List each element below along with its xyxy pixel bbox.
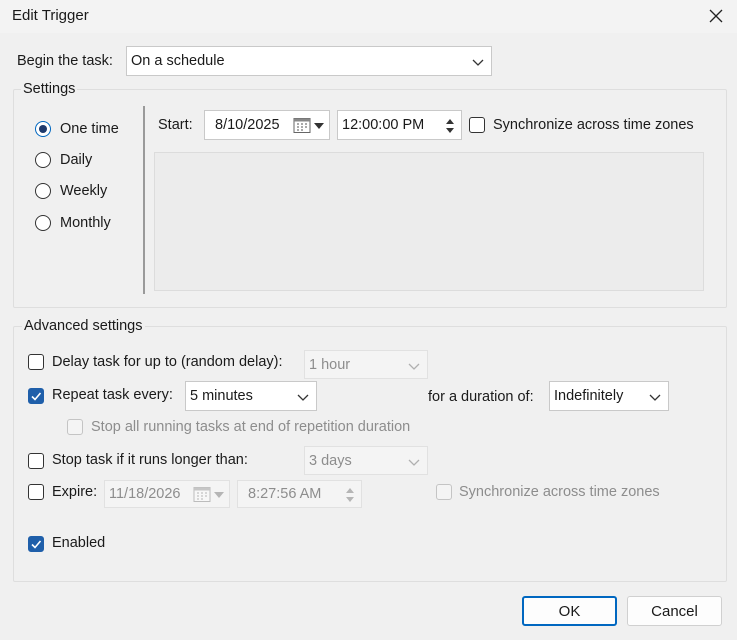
chevron-down-icon xyxy=(408,363,420,370)
duration-label: for a duration of: xyxy=(428,389,534,405)
checkmark-icon xyxy=(31,392,42,401)
chevron-down-icon xyxy=(472,59,484,66)
close-icon xyxy=(709,9,723,23)
settings-legend: Settings xyxy=(21,81,78,97)
stop-longer-checkbox[interactable] xyxy=(28,453,44,469)
start-date-value: 8/10/2025 xyxy=(215,117,280,133)
chevron-down-icon xyxy=(649,394,661,401)
expire-date-picker[interactable]: 11/18/2026 xyxy=(104,480,230,508)
stop-longer-label[interactable]: Stop task if it runs longer than: xyxy=(52,452,248,468)
expire-label[interactable]: Expire: xyxy=(52,484,97,500)
ok-button[interactable]: OK xyxy=(522,596,617,626)
advanced-settings-legend: Advanced settings xyxy=(22,318,145,334)
repeat-interval-value: 5 minutes xyxy=(190,388,253,404)
radio-one-time-label[interactable]: One time xyxy=(60,121,119,137)
stop-running-checkbox[interactable] xyxy=(67,419,83,435)
radio-weekly-label[interactable]: Weekly xyxy=(60,183,107,199)
enabled-checkbox[interactable] xyxy=(28,536,44,552)
start-time-spinner[interactable]: 12:00:00 PM xyxy=(337,110,462,140)
duration-select[interactable]: Indefinitely xyxy=(549,381,669,411)
sync-timezones-checkbox[interactable] xyxy=(469,117,485,133)
radio-weekly[interactable] xyxy=(35,183,51,199)
dropdown-arrow-icon[interactable] xyxy=(213,491,225,499)
spinner-icon[interactable] xyxy=(344,485,356,505)
expire-date-value: 11/18/2026 xyxy=(109,486,181,502)
radio-monthly[interactable] xyxy=(35,215,51,231)
start-date-picker[interactable]: 8/10/2025 xyxy=(204,110,330,140)
calendar-icon[interactable] xyxy=(193,486,211,503)
dropdown-arrow-icon[interactable] xyxy=(313,122,325,130)
expire-checkbox[interactable] xyxy=(28,484,44,500)
spinner-icon[interactable] xyxy=(444,116,456,136)
cancel-button[interactable]: Cancel xyxy=(627,596,722,626)
radio-daily[interactable] xyxy=(35,152,51,168)
title-bar xyxy=(0,0,737,33)
chevron-down-icon xyxy=(297,394,309,401)
begin-task-value: On a schedule xyxy=(131,53,225,69)
calendar-icon[interactable] xyxy=(293,117,311,134)
expire-sync-label[interactable]: Synchronize across time zones xyxy=(459,484,660,500)
checkmark-icon xyxy=(31,540,42,549)
enabled-label[interactable]: Enabled xyxy=(52,535,105,551)
delay-value: 1 hour xyxy=(309,356,351,373)
chevron-down-icon xyxy=(408,459,420,466)
window-title: Edit Trigger xyxy=(12,7,89,24)
delay-checkbox[interactable] xyxy=(28,354,44,370)
schedule-detail-panel xyxy=(154,152,704,291)
duration-value: Indefinitely xyxy=(554,388,624,404)
repeat-checkbox[interactable] xyxy=(28,388,44,404)
expire-time-spinner[interactable]: 8:27:56 AM xyxy=(237,480,362,508)
sync-timezones-label[interactable]: Synchronize across time zones xyxy=(493,117,694,133)
start-time-value: 12:00:00 PM xyxy=(342,117,425,133)
expire-sync-checkbox[interactable] xyxy=(436,484,452,500)
repeat-label[interactable]: Repeat task every: xyxy=(52,387,173,403)
radio-daily-label[interactable]: Daily xyxy=(60,152,92,168)
radio-monthly-label[interactable]: Monthly xyxy=(60,215,111,231)
repeat-interval-select[interactable]: 5 minutes xyxy=(185,381,317,411)
expire-time-value: 8:27:56 AM xyxy=(248,486,322,502)
stop-running-label[interactable]: Stop all running tasks at end of repetit… xyxy=(91,419,410,435)
stop-longer-value: 3 days xyxy=(309,452,352,469)
stop-longer-select[interactable]: 3 days xyxy=(304,446,428,475)
close-button[interactable] xyxy=(702,4,730,28)
begin-task-select[interactable]: On a schedule xyxy=(126,46,492,76)
begin-task-label: Begin the task: xyxy=(17,53,113,69)
start-label: Start: xyxy=(158,117,193,133)
delay-label[interactable]: Delay task for up to (random delay): xyxy=(52,354,283,370)
settings-divider xyxy=(143,106,145,294)
radio-one-time[interactable] xyxy=(35,121,51,137)
delay-select[interactable]: 1 hour xyxy=(304,350,428,379)
